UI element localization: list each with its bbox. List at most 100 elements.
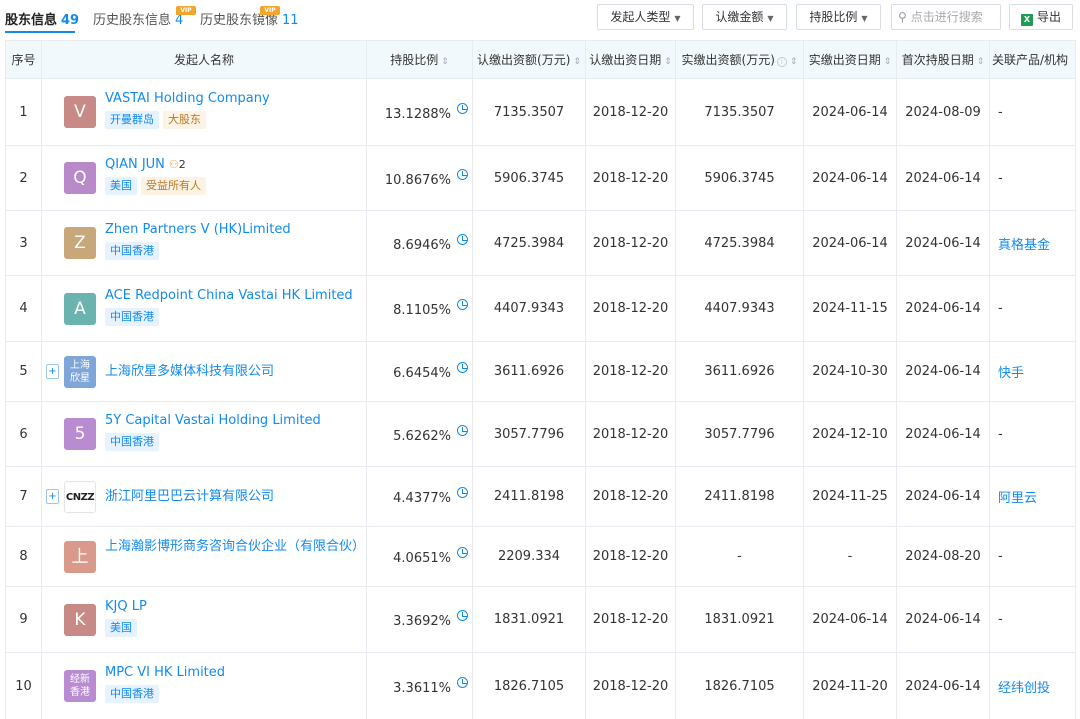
company-logo[interactable]: 上海 欣星 [64,355,96,388]
sort-icon[interactable]: ⇕ [441,57,449,67]
col-sub-amount[interactable]: 认缴出资额(万元) ⇕ [472,40,586,79]
shareholder-name-link[interactable]: ACE Redpoint China Vastai HK Limited [105,288,353,303]
company-logo[interactable]: 上 [64,540,96,573]
table-header-row: 序号 发起人名称 持股比例 ⇕ 认缴出资额(万元) ⇕ 认缴出资日期 ⇕ 实缴出资额(… [5,40,1076,79]
table-row: 4 A ACE Redpoint China Vastai HK Limited 中国… [5,275,1076,342]
sort-icon[interactable]: ⇕ [884,57,892,67]
related-cell[interactable]: 阿里云 [989,466,1076,527]
paid-amount-cell: 4407.9343 [675,275,804,342]
export-button[interactable]: X 导出 [1009,4,1073,30]
company-logo[interactable]: 经新 香港 [64,670,96,702]
filter-type-dropdown[interactable]: 发起人类型 ▼ [597,4,694,30]
ratio-cell: 10.8676% [366,145,473,211]
col-paid-date[interactable]: 实缴出资日期 ⇕ [803,40,897,79]
first-date-cell: 2024-08-20 [896,526,990,587]
related-cell[interactable]: 经纬创投 [989,652,1076,719]
tag[interactable]: 开曼群岛 [105,111,159,129]
expand-button[interactable]: + [46,488,59,504]
tab-history-shareholder-mirror[interactable]: 历史股东镜像 11 VIP [200,6,299,28]
sort-icon[interactable]: ⇕ [664,57,672,67]
tag[interactable]: 中国香港 [105,685,159,703]
pie-chart-icon[interactable] [457,547,468,558]
pie-chart-icon[interactable] [457,233,468,245]
related-cell: - [989,586,1076,653]
company-logo[interactable]: Z [64,227,96,259]
search-input[interactable]: ⚲ 点击进行搜索 [891,4,1001,30]
row-index: 1 [5,78,42,146]
pie-chart-icon[interactable] [457,299,468,310]
tab-shareholder-info[interactable]: 股东信息 49 [5,9,79,28]
shareholder-name-link[interactable]: 5Y Capital Vastai Holding Limited [105,413,321,428]
company-logo[interactable]: V [64,96,96,128]
shareholder-cell: K KJQ LP 美国 [41,586,367,653]
paid-date-cell: 2024-06-14 [803,145,897,211]
first-date-cell: 2024-06-14 [896,145,990,211]
pie-chart-icon[interactable] [457,676,468,688]
col-sub-date[interactable]: 认缴出资日期 ⇕ [585,40,676,79]
shareholder-name-link[interactable]: 上海欣星多媒体科技有限公司 [105,364,274,379]
first-date-cell: 2024-06-14 [896,210,990,276]
row-index: 5 [5,341,42,402]
col-paid-amount[interactable]: 实缴出资额(万元) i ⇕ [675,40,804,79]
tag[interactable]: 中国香港 [105,242,159,260]
tag[interactable]: 美国 [105,177,137,195]
company-logo[interactable]: K [64,603,96,636]
row-index: 4 [5,275,42,342]
sort-icon[interactable]: ⇕ [790,57,798,67]
col-ratio[interactable]: 持股比例 ⇕ [366,40,473,79]
paid-date-cell: 2024-10-30 [803,341,897,402]
sort-icon[interactable]: ⇕ [573,57,581,67]
row-index: 7 [5,466,42,527]
related-cell[interactable]: 快手 [989,341,1076,402]
people-icon[interactable]: ⚇ [169,158,179,171]
related-link: - [998,104,1003,120]
row-index: 6 [5,401,42,467]
pie-chart-icon[interactable] [457,424,468,436]
company-logo[interactable]: Q [64,162,96,194]
sort-icon[interactable]: ⇕ [977,57,985,67]
tab-history-shareholder-info[interactable]: 历史股东信息 4 VIP [93,6,196,28]
pie-chart-icon[interactable] [457,168,468,180]
tag[interactable]: 中国香港 [105,433,159,451]
related-link[interactable]: 经纬创投 [998,681,1050,696]
company-logo[interactable]: 5 [64,418,96,450]
related-link[interactable]: 阿里云 [998,491,1037,506]
pie-chart-icon[interactable] [457,102,468,114]
sub-amount-cell: 7135.3507 [472,78,586,146]
pie-chart-icon[interactable] [457,610,468,621]
shareholder-name-link[interactable]: KJQ LP [105,599,147,614]
shareholder-name-link[interactable]: QIAN JUN [105,157,165,172]
shareholder-name-link[interactable]: VASTAI Holding Company [105,91,270,106]
expand-button[interactable]: + [46,363,59,379]
shareholder-cell: A ACE Redpoint China Vastai HK Limited 中国香… [41,275,367,342]
shareholder-cell: 上上海瀚影博形商务咨询合伙企业（有限合伙） [41,526,367,587]
company-logo[interactable]: A [64,292,96,325]
filter-amount-dropdown[interactable]: 认缴金额 ▼ [702,4,787,30]
tag[interactable]: 受益所有人 [141,177,206,195]
pie-chart-icon[interactable] [457,487,468,498]
shareholder-cell: V VASTAI Holding Company 开曼群岛 大股东 [41,78,367,146]
related-link[interactable]: 真格基金 [998,238,1050,253]
related-link: - [998,301,1003,316]
tag[interactable]: 大股东 [163,111,206,129]
tag[interactable]: 美国 [105,618,137,637]
shareholder-name-link[interactable]: 上海瀚影博形商务咨询合伙企业（有限合伙） [105,539,365,554]
paid-date-cell: 2024-12-10 [803,401,897,467]
info-icon[interactable]: i [776,57,787,67]
company-logo[interactable]: CNZZ [64,480,96,513]
paid-date-cell: 2024-06-14 [803,78,897,146]
filter-ratio-dropdown[interactable]: 持股比例 ▼ [796,4,881,30]
shareholder-name-link[interactable]: 浙江阿里巴巴云计算有限公司 [105,489,274,504]
sub-amount-cell: 1826.7105 [472,652,586,719]
paid-date-cell: 2024-06-14 [803,586,897,653]
ratio-cell: 4.0651% [366,526,473,587]
tag[interactable]: 中国香港 [105,307,159,326]
pie-chart-icon[interactable] [457,362,468,373]
related-link[interactable]: 快手 [998,366,1024,381]
shareholder-name-link[interactable]: MPC VI HK Limited [105,665,225,680]
col-first-date[interactable]: 首次持股日期 ⇕ [896,40,990,79]
shareholder-name-link[interactable]: Zhen Partners V (HK)Limited [105,222,291,237]
related-cell: - [989,275,1076,342]
table-row: 3 Z Zhen Partners V (HK)Limited 中国香港 8.6946%… [5,210,1076,276]
related-cell[interactable]: 真格基金 [989,210,1076,276]
